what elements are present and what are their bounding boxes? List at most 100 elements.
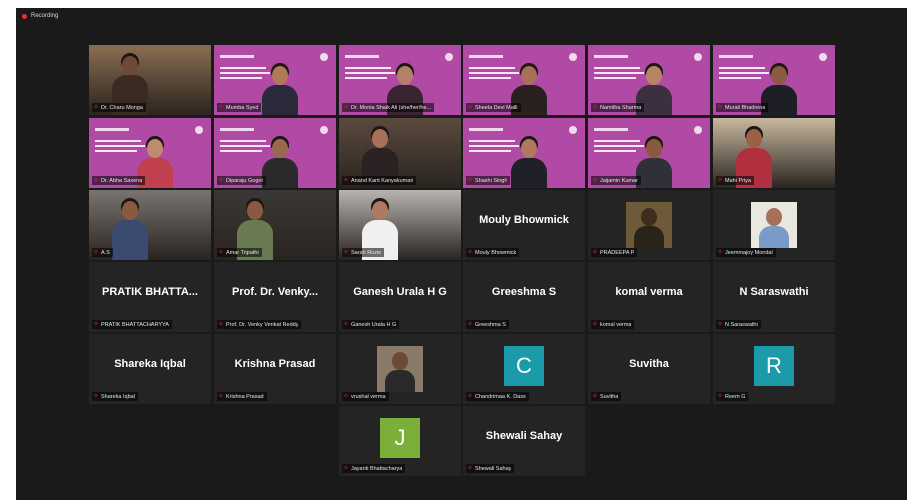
participant-display-name: Mouly Bhowmick [479, 214, 569, 226]
participant-tile-jeemmajoy-mondal[interactable]: ✧ Jeemmajoy Mondal [713, 190, 835, 260]
participant-tile-n-saraswathi[interactable]: N Saraswathi ✧ N Saraswathi [713, 262, 835, 332]
participant-display-name: Ganesh Urala H G [353, 286, 447, 298]
participant-name: Dr. Charu Monga [101, 104, 143, 111]
participant-tile-pratik-bhattacharyya[interactable]: PRATIK BHATTA... ✧ PRATIK BHATTACHARYYA [89, 262, 211, 332]
muted-mic-icon: ✧ [343, 465, 349, 472]
participant-video [509, 136, 549, 188]
participant-name: Dr. Abha Saxena [101, 177, 143, 184]
participant-tile-komal-verma[interactable]: komal verma ✧ komal verma [588, 262, 710, 332]
participant-name-label: ✧ Namitha Sharma [591, 103, 645, 112]
participant-name-label: ✧ Prof. Dr. Venky Venkat Reddy [217, 320, 302, 329]
recording-indicator[interactable]: Recording [22, 13, 58, 19]
participant-display-name: PRATIK BHATTA... [102, 286, 198, 298]
participant-name: Murali Bhadrena [725, 104, 766, 111]
participant-tile-dr-monia-shaik-ali-she-her-he[interactable]: ✧ Dr. Monia Shaik Ali (she/her/he... [339, 45, 461, 115]
participant-tile-reem-g[interactable]: R ✧ Reem G [713, 334, 835, 404]
participant-video [260, 63, 300, 115]
participant-tile-shashi-singh[interactable]: ✧ Shashi Singh [463, 118, 585, 188]
participant-name: Jaijamin Kumar [600, 177, 638, 184]
participant-tile-jayanti-bhattacharya[interactable]: J ✧ Jayanti Bhattacharya [339, 406, 461, 476]
participant-name-label: ✧ Greeshma S [466, 320, 509, 329]
muted-mic-icon: ✧ [592, 393, 598, 400]
participant-tile-suvitha[interactable]: Suvitha ✧ Suvitha [588, 334, 710, 404]
participant-tile-vrushal-verma[interactable]: ✧ vrushal verma [339, 334, 461, 404]
participant-tile-namitha-sharma[interactable]: ✧ Namitha Sharma [588, 45, 710, 115]
participant-name: Shareka Iqbal [101, 393, 135, 400]
participant-name: Amar Tripathi [226, 249, 259, 256]
participant-tile-shewali-sahay[interactable]: Shewali Sahay ✧ Shewali Sahay [463, 406, 585, 476]
muted-mic-icon: ✧ [717, 321, 723, 328]
participant-tile-prof-dr-venky-venkat-reddy[interactable]: Prof. Dr. Venky... ✧ Prof. Dr. Venky Venka… [214, 262, 336, 332]
muted-mic-icon: ✧ [343, 177, 349, 184]
muted-mic-icon: ✧ [467, 321, 473, 328]
participant-name-label: ✧ Jayanti Bhattacharya [342, 464, 406, 473]
participant-name-label: ✧ Ganesh Urala H G [342, 320, 400, 329]
participant-name: Chandrimaa K. Dass [475, 393, 526, 400]
participant-tile-sarah-rozie[interactable]: ✧ Sarah Rozie [339, 190, 461, 260]
video-grid-window: Recording ✧ Dr. Charu Monga ✧ Mumba Syed ✧ Dr… [16, 8, 907, 500]
participant-name-label: ✧ Dr. Charu Monga [92, 103, 146, 112]
participant-display-name: Krishna Prasad [234, 358, 316, 370]
muted-mic-icon: ✧ [93, 321, 99, 328]
participant-name-label: ✧ Amar Tripathi [217, 248, 262, 257]
participant-name-label: ✧ A.S [92, 248, 113, 257]
participant-tile-pradeepa-p[interactable]: ✧ PRADEEPA P [588, 190, 710, 260]
participant-tile-dr-charu-monga[interactable]: ✧ Dr. Charu Monga [89, 45, 211, 115]
participant-name-label: ✧ Jeemmajoy Mondal [716, 248, 776, 257]
participant-name: Dr. Monia Shaik Ali (she/her/he... [351, 104, 432, 111]
muted-mic-icon: ✧ [343, 249, 349, 256]
participant-tile-dr-abha-saxena[interactable]: ✧ Dr. Abha Saxena [89, 118, 211, 188]
participant-name-label: ✧ Shareka Iqbal [92, 392, 138, 401]
participant-name: Diparaju Gogoi [226, 177, 263, 184]
participant-name-label: ✧ Mouly Bhowmick [466, 248, 520, 257]
participant-tile-sheela-devi-malli[interactable]: ✧ Sheela Devi Malli [463, 45, 585, 115]
participant-name: N Saraswathi [725, 321, 758, 328]
participant-name-label: ✧ Diparaju Gogoi [217, 176, 266, 185]
participant-name: Prof. Dr. Venky Venkat Reddy [226, 321, 299, 328]
participant-name: vrushal verma [351, 393, 386, 400]
participant-name: PRADEEPA P [600, 249, 635, 256]
muted-mic-icon: ✧ [717, 249, 723, 256]
participant-name: Shashi Singh [475, 177, 508, 184]
participant-tile-chandrimaa-k-dass[interactable]: C ✧ Chandrimaa K. Dass [463, 334, 585, 404]
muted-mic-icon: ✧ [343, 393, 349, 400]
participant-display-name: Shewali Sahay [485, 430, 563, 442]
profile-photo [751, 202, 797, 248]
participant-tile-diparaju-gogoi[interactable]: ✧ Diparaju Gogoi [214, 118, 336, 188]
participant-tile-amar-tripathi[interactable]: ✧ Amar Tripathi [214, 190, 336, 260]
participant-name: Suvitha [600, 393, 619, 400]
participant-name: Greeshma S [475, 321, 506, 328]
muted-mic-icon: ✧ [592, 177, 598, 184]
muted-mic-icon: ✧ [93, 393, 99, 400]
participant-name: Ganesh Urala H G [351, 321, 397, 328]
participant-name: komal verma [600, 321, 632, 328]
participant-name-label: ✧ Mahi Priya [716, 176, 754, 185]
muted-mic-icon: ✧ [343, 104, 349, 111]
muted-mic-icon: ✧ [592, 321, 598, 328]
participant-tile-greeshma-s[interactable]: Greeshma S ✧ Greeshma S [463, 262, 585, 332]
participant-name-label: ✧ Shewali Sahay [466, 464, 515, 473]
participant-display-name: komal verma [615, 286, 683, 298]
participant-name: Jayanti Bhattacharya [351, 465, 403, 472]
participant-tile-murali-bhadrena[interactable]: ✧ Murali Bhadrena [713, 45, 835, 115]
participant-name-label: ✧ PRATIK BHATTACHARYYA [92, 320, 172, 329]
muted-mic-icon: ✧ [93, 177, 99, 184]
participant-name-label: ✧ Jaijamin Kumar [591, 176, 641, 185]
participant-name-label: ✧ Dr. Abha Saxena [92, 176, 146, 185]
participant-name: Anand Kant Kanyakumari [351, 177, 414, 184]
participant-tile-anand-kant-kanyakumari[interactable]: ✧ Anand Kant Kanyakumari [339, 118, 461, 188]
participant-tile-mahi-priya[interactable]: ✧ Mahi Priya [713, 118, 835, 188]
muted-mic-icon: ✧ [93, 249, 99, 256]
participant-name-label: ✧ Chandrimaa K. Dass [466, 392, 529, 401]
participant-tile-krishna-prasad[interactable]: Krishna Prasad ✧ Krishna Prasad [214, 334, 336, 404]
participant-tile-ganesh-urala-h-g[interactable]: Ganesh Urala H G ✧ Ganesh Urala H G [339, 262, 461, 332]
muted-mic-icon: ✧ [467, 249, 473, 256]
muted-mic-icon: ✧ [343, 321, 349, 328]
participant-tile-a-s[interactable]: ✧ A.S [89, 190, 211, 260]
participant-name-label: ✧ Reem G [716, 392, 749, 401]
participant-tile-mumba-syed[interactable]: ✧ Mumba Syed [214, 45, 336, 115]
participant-tile-shareka-iqbal[interactable]: Shareka Iqbal ✧ Shareka Iqbal [89, 334, 211, 404]
participant-tile-jaijamin-kumar[interactable]: ✧ Jaijamin Kumar [588, 118, 710, 188]
participant-tile-mouly-bhowmick[interactable]: Mouly Bhowmick ✧ Mouly Bhowmick [463, 190, 585, 260]
participant-name-label: ✧ N Saraswathi [716, 320, 761, 329]
